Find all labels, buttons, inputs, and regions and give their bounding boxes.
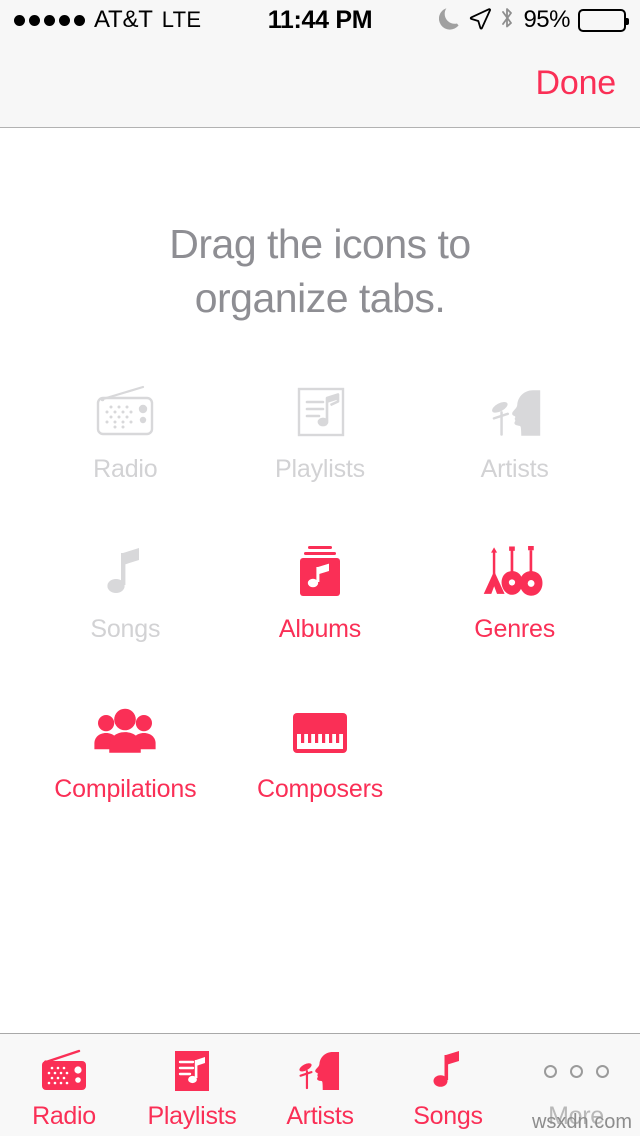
grid-item-label: Compilations xyxy=(54,775,197,804)
instructions-text: Drag the icons to organize tabs. xyxy=(0,129,640,325)
tab-configuration-grid: Radio Playlists Artists Songs Albums Gen… xyxy=(0,377,640,827)
more-dots-icon xyxy=(543,1044,609,1098)
carrier-label: AT&T xyxy=(94,6,153,33)
albums-icon xyxy=(284,537,356,609)
tab-radio[interactable]: Radio xyxy=(0,1034,128,1136)
songs-note-icon xyxy=(419,1044,477,1098)
tab-artists[interactable]: Artists xyxy=(256,1034,384,1136)
grid-item-label: Songs xyxy=(90,615,161,644)
tab-label: Songs xyxy=(413,1102,483,1130)
done-button[interactable]: Done xyxy=(536,64,617,103)
grid-item-playlists[interactable]: Playlists xyxy=(223,377,418,507)
tab-playlists[interactable]: Playlists xyxy=(128,1034,256,1136)
tab-more[interactable]: More xyxy=(512,1034,640,1136)
radio-icon xyxy=(35,1044,93,1098)
battery-percent-label: 95% xyxy=(523,6,570,33)
grid-item-radio[interactable]: Radio xyxy=(28,377,223,507)
genres-guitars-icon xyxy=(479,537,551,609)
tab-label: Radio xyxy=(32,1102,96,1130)
grid-item-label: Composers xyxy=(256,775,383,804)
grid-item-label: Artists xyxy=(480,455,549,484)
grid-item-label: Genres xyxy=(474,615,556,644)
location-arrow-icon xyxy=(469,6,492,35)
status-bar: AT&T LTE 11:44 PM 95% xyxy=(0,0,640,40)
status-bar-right: 95% xyxy=(439,5,629,36)
grid-item-compilations[interactable]: Compilations xyxy=(28,697,223,827)
bluetooth-icon xyxy=(499,5,515,36)
radio-icon xyxy=(89,377,161,449)
compilations-icon xyxy=(89,697,161,769)
tab-label: Playlists xyxy=(147,1102,237,1130)
grid-item-songs[interactable]: Songs xyxy=(28,537,223,667)
do-not-disturb-moon-icon xyxy=(439,6,461,35)
navigation-bar: Done xyxy=(0,40,640,128)
songs-note-icon xyxy=(89,537,161,609)
grid-item-artists[interactable]: Artists xyxy=(417,377,612,507)
grid-item-label: Albums xyxy=(278,615,362,644)
grid-item-label: Radio xyxy=(93,455,158,484)
tab-label: More xyxy=(548,1102,604,1130)
tab-songs[interactable]: Songs xyxy=(384,1034,512,1136)
grid-item-albums[interactable]: Albums xyxy=(223,537,418,667)
signal-strength-icon xyxy=(14,14,85,26)
status-bar-left: AT&T LTE xyxy=(14,6,439,34)
tab-bar: Radio Playlists Artists Songs More xyxy=(0,1033,640,1136)
network-type-label: LTE xyxy=(161,7,202,32)
composers-piano-icon xyxy=(284,697,356,769)
playlists-icon xyxy=(163,1044,221,1098)
grid-item-label: Playlists xyxy=(275,455,365,484)
playlists-icon xyxy=(284,377,356,449)
grid-empty-slot xyxy=(417,697,612,827)
instructions-line-1: Drag the icons to xyxy=(169,221,471,267)
tab-label: Artists xyxy=(286,1102,354,1130)
grid-item-composers[interactable]: Composers xyxy=(223,697,418,827)
artists-icon xyxy=(479,377,551,449)
artists-icon xyxy=(291,1044,349,1098)
grid-item-genres[interactable]: Genres xyxy=(417,537,612,667)
battery-icon xyxy=(578,8,629,32)
main-content: Drag the icons to organize tabs. Radio P… xyxy=(0,129,640,1033)
instructions-line-2: organize tabs. xyxy=(194,275,446,322)
